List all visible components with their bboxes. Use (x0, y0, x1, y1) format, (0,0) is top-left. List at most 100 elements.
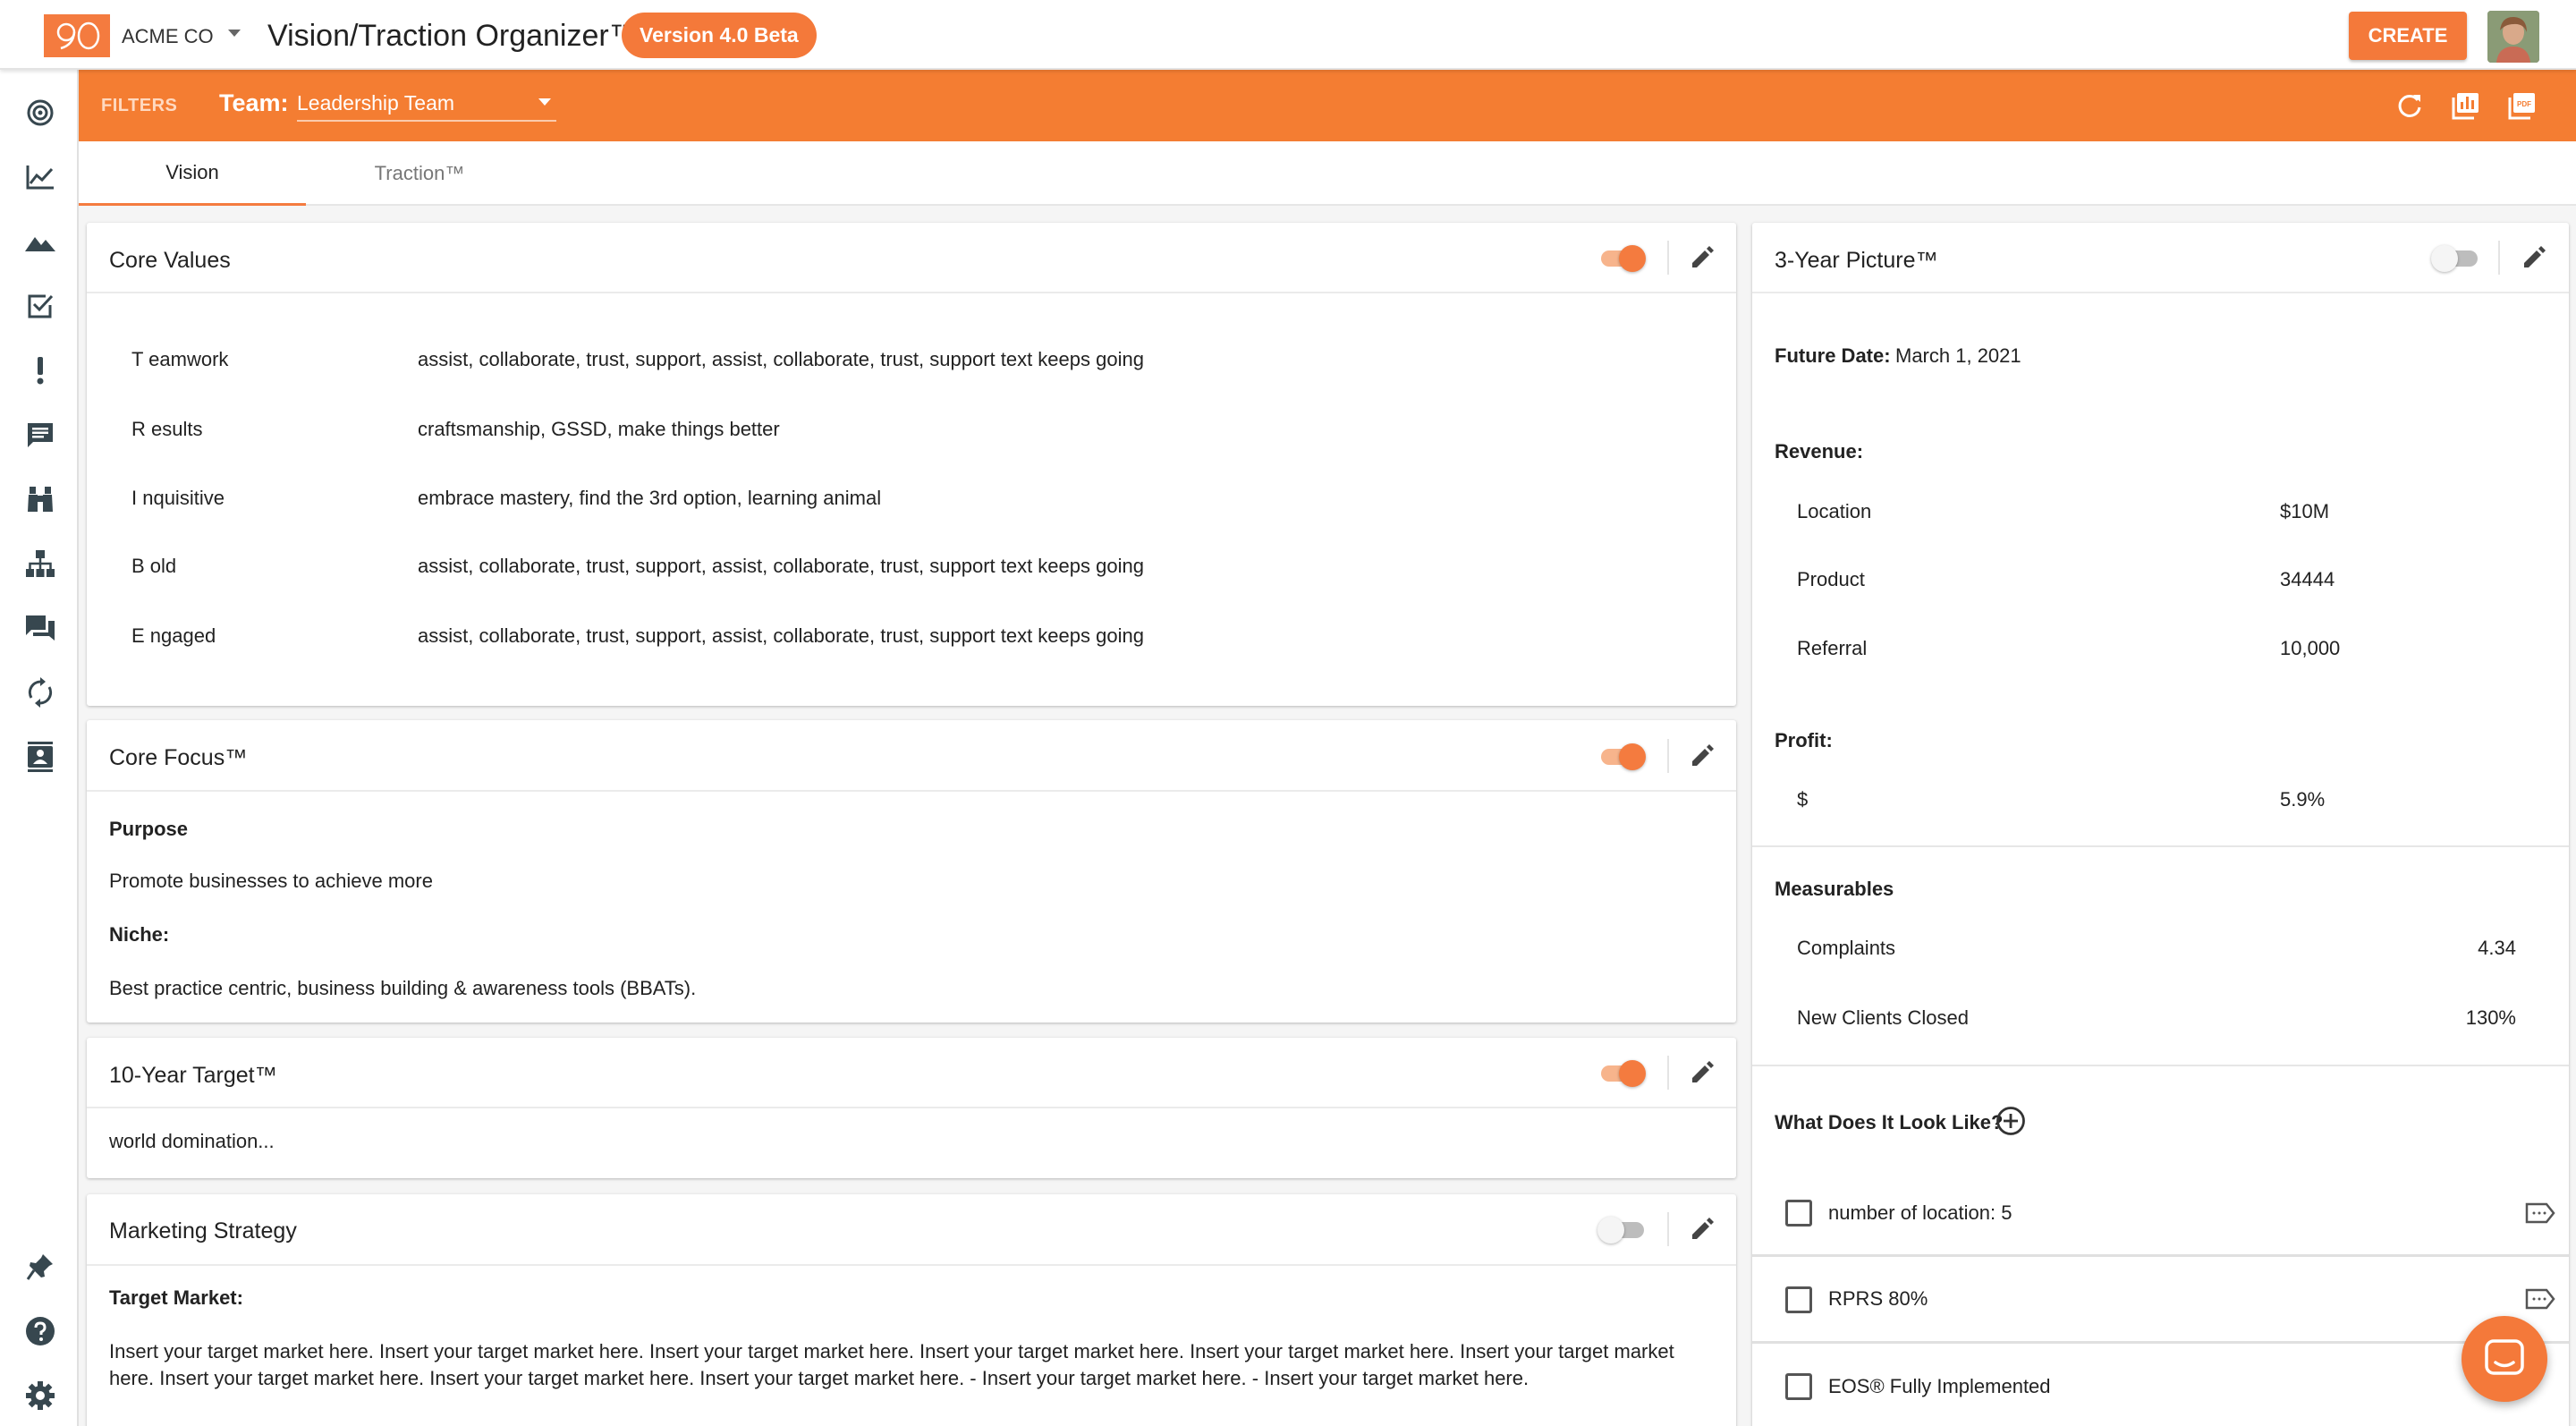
divider (1752, 1341, 2569, 1344)
team-select[interactable]: Leadership Team (297, 88, 556, 122)
target-icon[interactable] (22, 95, 58, 131)
measurables-label: Measurables (1775, 878, 1894, 900)
chat-icon[interactable] (22, 610, 58, 646)
profit-value: 5.9% (2280, 788, 2326, 811)
card-title: Core Values (109, 248, 231, 273)
three-year-picture-card: 3-Year Picture™ Future Date: March 1, 20… (1752, 223, 2569, 1426)
core-value-name: R esults (131, 418, 203, 440)
core-values-card: Core Values T eamwork assist, collaborat… (87, 223, 1736, 706)
core-value-desc: embrace mastery, find the 3rd option, le… (418, 487, 882, 509)
edit-icon[interactable] (1686, 1057, 1718, 1089)
divider (1667, 739, 1669, 773)
look-like-text: RPRS 80% (1828, 1287, 1928, 1310)
core-values-toggle[interactable] (1597, 242, 1648, 273)
look-like-checkbox[interactable] (1785, 1286, 1812, 1313)
revenue-value: $10M (2280, 500, 2330, 522)
core-value-name: B old (131, 555, 177, 577)
chart-line-icon[interactable] (22, 159, 58, 195)
app-logo[interactable] (44, 14, 110, 57)
pdf-icon[interactable]: PDF (2505, 89, 2539, 123)
measurable-value: 4.34 (2478, 937, 2516, 959)
team-label: Team: (219, 89, 289, 116)
tab-traction[interactable]: Traction™ (306, 141, 533, 206)
chevron-down-icon (227, 30, 241, 37)
help-icon[interactable] (22, 1313, 58, 1349)
card-header: 10-Year Target™ (87, 1038, 1736, 1108)
measurable-name: New Clients Closed (1797, 1006, 1969, 1029)
card-header: Core Focus™ (87, 720, 1736, 792)
edit-icon[interactable] (2518, 242, 2550, 274)
ten-year-target-card: 10-Year Target™ world domination... (87, 1038, 1736, 1178)
checkbox-icon[interactable] (22, 288, 58, 324)
edit-icon[interactable] (1686, 242, 1718, 274)
pin-icon[interactable] (22, 1249, 58, 1285)
message-list-icon[interactable] (22, 417, 58, 453)
create-button[interactable]: CREATE (2349, 12, 2467, 60)
core-value-name: T eamwork (131, 348, 229, 370)
view-tabs: Vision Traction™ (79, 141, 2576, 206)
marketing-toggle[interactable] (1597, 1214, 1648, 1244)
version-badge[interactable]: Version 4.0 Beta (622, 13, 817, 58)
niche-label: Niche: (109, 923, 170, 946)
card-title: Marketing Strategy (109, 1218, 297, 1244)
niche-text: Best practice centric, business building… (109, 977, 697, 999)
left-nav-rail (0, 70, 79, 1426)
look-like-checkbox[interactable] (1785, 1200, 1812, 1227)
core-value-desc: craftsmanship, GSSD, make things better (418, 418, 780, 440)
binoculars-icon[interactable] (22, 481, 58, 517)
tag-icon[interactable] (2525, 1202, 2555, 1224)
contact-card-icon[interactable] (22, 739, 58, 775)
core-value-name: E ngaged (131, 624, 216, 647)
tag-icon[interactable] (2525, 1288, 2555, 1310)
add-circle-icon[interactable] (1995, 1105, 2027, 1137)
revenue-value: 34444 (2280, 568, 2335, 590)
look-like-label: What Does It Look Like? (1775, 1111, 2004, 1133)
ten-year-text: world domination... (109, 1130, 275, 1152)
divider (1667, 1212, 1669, 1246)
target-market-text: here. Insert your target market here. In… (109, 1367, 1530, 1389)
core-value-desc: assist, collaborate, trust, support, ass… (418, 624, 1144, 647)
settings-icon[interactable] (22, 1378, 58, 1413)
three-year-toggle[interactable] (2431, 242, 2481, 273)
edit-icon[interactable] (1686, 740, 1718, 772)
divider (1667, 1056, 1669, 1090)
report-chart-icon[interactable] (2449, 89, 2483, 123)
revenue-value: 10,000 (2280, 637, 2341, 659)
filters-label: FILTERS (101, 96, 178, 115)
divider (1667, 241, 1669, 275)
core-value-desc: assist, collaborate, trust, support, ass… (418, 348, 1144, 370)
marketing-strategy-card: Marketing Strategy Target Market: Insert… (87, 1194, 1736, 1426)
chat-support-button[interactable] (2462, 1316, 2547, 1402)
core-focus-toggle[interactable] (1597, 741, 1648, 771)
future-date-value: March 1, 2021 (1895, 344, 2021, 367)
look-like-text: number of location: 5 (1828, 1201, 2012, 1224)
divider (1752, 1254, 2569, 1257)
card-title: 3-Year Picture™ (1775, 248, 1938, 273)
company-switcher[interactable]: ACME CO (122, 25, 241, 48)
measurable-value: 130% (2465, 1006, 2516, 1029)
core-focus-card: Core Focus™ Purpose Promote businesses t… (87, 720, 1736, 1023)
refresh-icon[interactable] (2393, 89, 2427, 123)
org-chart-icon[interactable] (22, 546, 58, 581)
target-market-label: Target Market: (109, 1286, 243, 1309)
profit-name: $ (1797, 788, 1809, 811)
tab-vision[interactable]: Vision (79, 141, 306, 206)
purpose-label: Purpose (109, 818, 189, 840)
mountain-icon[interactable] (22, 224, 58, 259)
team-select-value: Leadership Team (297, 91, 455, 115)
filter-bar: FILTERS Team: Leadership Team PDF (79, 70, 2576, 141)
user-avatar[interactable] (2487, 11, 2539, 63)
card-title: Core Focus™ (109, 745, 248, 770)
revenue-name: Product (1797, 568, 1865, 590)
sync-icon[interactable] (22, 675, 58, 710)
look-like-text: EOS® Fully Implemented (1828, 1375, 2051, 1397)
top-app-bar: ACME CO Vision/Traction Organizer™ Versi… (0, 0, 2576, 70)
look-like-checkbox[interactable] (1785, 1373, 1812, 1400)
exclamation-icon[interactable] (22, 352, 58, 388)
ten-year-toggle[interactable] (1597, 1057, 1648, 1088)
core-value-desc: assist, collaborate, trust, support, ass… (418, 555, 1144, 577)
card-header: Core Values (87, 223, 1736, 293)
core-value-name: I nquisitive (131, 487, 225, 509)
card-title: 10-Year Target™ (109, 1063, 277, 1088)
edit-icon[interactable] (1686, 1213, 1718, 1245)
